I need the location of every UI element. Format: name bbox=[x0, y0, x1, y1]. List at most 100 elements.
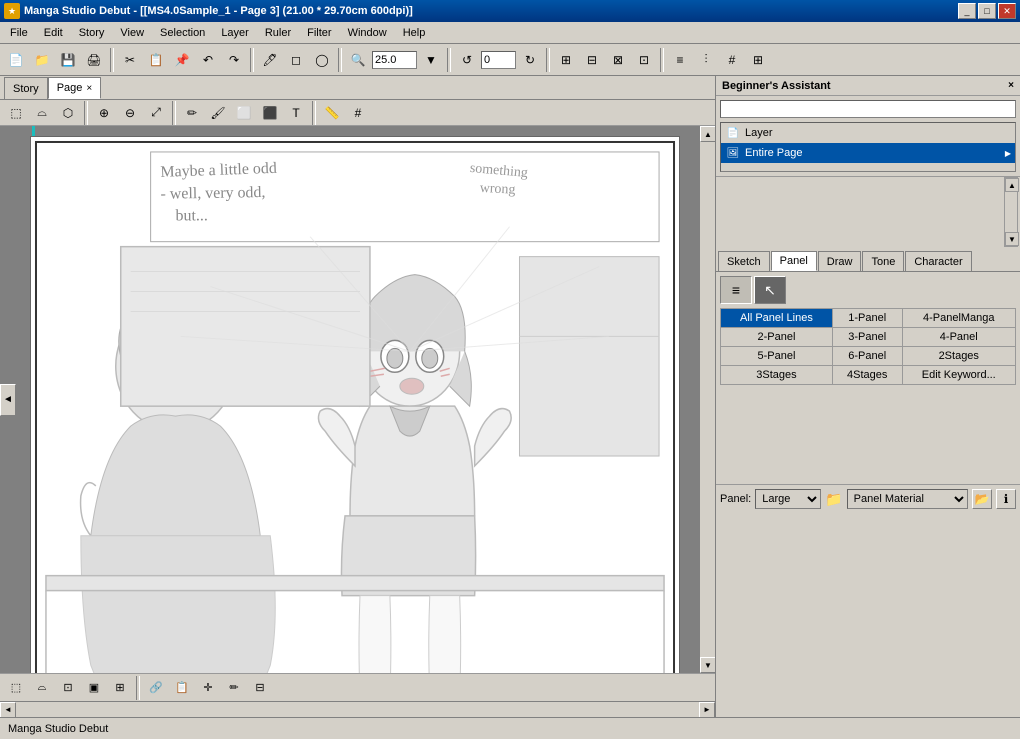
bottom-tool10[interactable]: ⊟ bbox=[248, 676, 272, 700]
tab-story[interactable]: Story bbox=[4, 77, 48, 99]
1-panel-cell[interactable]: 1-Panel bbox=[832, 309, 902, 328]
menu-help[interactable]: Help bbox=[395, 23, 434, 43]
5-panel-cell[interactable]: 5-Panel bbox=[721, 347, 833, 366]
panel-size-select[interactable]: Large Small Medium bbox=[755, 489, 821, 509]
horizontal-scrollbar[interactable]: ◄ ► bbox=[0, 701, 715, 717]
panel-cursor-btn[interactable]: ↖ bbox=[754, 276, 786, 304]
bottom-tool9[interactable]: ✏ bbox=[222, 676, 246, 700]
4-panel-cell[interactable]: 4-Panel bbox=[902, 328, 1015, 347]
open-button[interactable]: 📁 bbox=[30, 48, 54, 72]
tab-character[interactable]: Character bbox=[905, 251, 971, 271]
canvas-tool-select[interactable]: ⬚ bbox=[4, 101, 28, 125]
menu-window[interactable]: Window bbox=[340, 23, 395, 43]
menu-view[interactable]: View bbox=[112, 23, 152, 43]
rotation-input[interactable]: 0 bbox=[481, 51, 516, 69]
view-mode3[interactable]: ⊠ bbox=[606, 48, 630, 72]
page-canvas[interactable]: Maybe a little odd - well, very odd, but… bbox=[30, 136, 680, 673]
all-panel-lines-cell[interactable]: All Panel Lines bbox=[721, 309, 833, 328]
zoom-dropdown[interactable]: ▼ bbox=[419, 48, 443, 72]
menu-filter[interactable]: Filter bbox=[299, 23, 339, 43]
layer-item-entire-page[interactable]: 🖼 Entire Page ▶ bbox=[721, 143, 1015, 163]
align1[interactable]: ≡ bbox=[668, 48, 692, 72]
cut-button[interactable]: ✂ bbox=[118, 48, 142, 72]
layer-item-layer[interactable]: 📄 Layer bbox=[721, 123, 1015, 143]
copy-button[interactable]: 📋 bbox=[144, 48, 168, 72]
maximize-button[interactable]: □ bbox=[978, 3, 996, 19]
menu-file[interactable]: File bbox=[2, 23, 36, 43]
canvas-fit[interactable]: ⤢ bbox=[144, 101, 168, 125]
menu-layer[interactable]: Layer bbox=[213, 23, 257, 43]
tab-page-close[interactable]: × bbox=[86, 83, 92, 94]
menu-selection[interactable]: Selection bbox=[152, 23, 213, 43]
tab-draw[interactable]: Draw bbox=[818, 251, 862, 271]
zoom-input[interactable]: 25.0 bbox=[372, 51, 417, 69]
vertical-scrollbar[interactable]: ▲ ▼ bbox=[699, 126, 715, 673]
canvas-pen[interactable]: ✏ bbox=[180, 101, 204, 125]
tool1[interactable]: 🖊 bbox=[258, 48, 282, 72]
4stages-cell[interactable]: 4Stages bbox=[832, 366, 902, 385]
save-button[interactable]: 💾 bbox=[56, 48, 80, 72]
panel-lines-icon-btn[interactable]: ≡ bbox=[720, 276, 752, 304]
scroll-up-button[interactable]: ▲ bbox=[700, 126, 715, 142]
3stages-cell[interactable]: 3Stages bbox=[721, 366, 833, 385]
canvas-tool-lasso[interactable]: ⌓ bbox=[30, 101, 54, 125]
grid-btn[interactable]: ⊞ bbox=[746, 48, 770, 72]
canvas-tool-magic[interactable]: ⬡ bbox=[56, 101, 80, 125]
scroll-h-track[interactable] bbox=[16, 702, 699, 717]
canvas-zoom-in[interactable]: ⊕ bbox=[92, 101, 116, 125]
bottom-tool2[interactable]: ⌓ bbox=[30, 676, 54, 700]
bottom-tool8[interactable]: ✛ bbox=[196, 676, 220, 700]
canvas-text[interactable]: T bbox=[284, 101, 308, 125]
scroll-left-button[interactable]: ◄ bbox=[0, 702, 16, 718]
scroll-v-track[interactable] bbox=[700, 142, 715, 657]
canvas-ruler[interactable]: 📏 bbox=[320, 101, 344, 125]
4-panel-manga-cell[interactable]: 4-PanelManga bbox=[902, 309, 1015, 328]
bottom-tool5[interactable]: ⊞ bbox=[108, 676, 132, 700]
bottom-tool3[interactable]: ⊡ bbox=[56, 676, 80, 700]
asst-scroll-down[interactable]: ▼ bbox=[1005, 232, 1019, 246]
drawing-canvas[interactable]: Maybe a little odd - well, very odd, but… bbox=[0, 126, 699, 673]
redo-button[interactable]: ↷ bbox=[222, 48, 246, 72]
panel-material-select[interactable]: Panel Material bbox=[847, 489, 968, 509]
scroll-right-button[interactable]: ► bbox=[699, 702, 715, 718]
tab-tone[interactable]: Tone bbox=[862, 251, 904, 271]
canvas-grid[interactable]: # bbox=[346, 101, 370, 125]
bottom-tool1[interactable]: ⬚ bbox=[4, 676, 28, 700]
canvas-left-arrow[interactable]: ◄ bbox=[0, 384, 16, 416]
search-input[interactable] bbox=[720, 100, 1016, 118]
asst-scroll-up[interactable]: ▲ bbox=[1005, 178, 1019, 192]
minimize-button[interactable]: _ bbox=[958, 3, 976, 19]
menu-ruler[interactable]: Ruler bbox=[257, 23, 299, 43]
tool2[interactable]: ◻ bbox=[284, 48, 308, 72]
rotate-left[interactable]: ↺ bbox=[455, 48, 479, 72]
canvas-eraser[interactable]: ⬜ bbox=[232, 101, 256, 125]
tab-panel[interactable]: Panel bbox=[771, 251, 817, 271]
6-panel-cell[interactable]: 6-Panel bbox=[832, 347, 902, 366]
panel-close-button[interactable]: × bbox=[1008, 80, 1014, 91]
menu-edit[interactable]: Edit bbox=[36, 23, 71, 43]
panel-folder-button[interactable]: 📂 bbox=[972, 489, 992, 509]
align3[interactable]: # bbox=[720, 48, 744, 72]
view-mode4[interactable]: ⊡ bbox=[632, 48, 656, 72]
assistant-scrollbar[interactable]: ▲ ▼ bbox=[1004, 177, 1018, 247]
rotate-right[interactable]: ↻ bbox=[518, 48, 542, 72]
canvas-fill[interactable]: ⬛ bbox=[258, 101, 282, 125]
menu-story[interactable]: Story bbox=[71, 23, 113, 43]
edit-keyword-cell[interactable]: Edit Keyword... bbox=[902, 366, 1015, 385]
canvas-zoom-out[interactable]: ⊖ bbox=[118, 101, 142, 125]
align2[interactable]: ⫶ bbox=[694, 48, 718, 72]
tool3[interactable]: ◯ bbox=[310, 48, 334, 72]
paste-button[interactable]: 📌 bbox=[170, 48, 194, 72]
view-mode2[interactable]: ⊟ bbox=[580, 48, 604, 72]
3-panel-cell[interactable]: 3-Panel bbox=[832, 328, 902, 347]
bottom-tool4[interactable]: ▣ bbox=[82, 676, 106, 700]
2-panel-cell[interactable]: 2-Panel bbox=[721, 328, 833, 347]
undo-button[interactable]: ↶ bbox=[196, 48, 220, 72]
close-button[interactable]: ✕ bbox=[998, 3, 1016, 19]
panel-info-button[interactable]: ℹ bbox=[996, 489, 1016, 509]
scroll-down-button[interactable]: ▼ bbox=[700, 657, 715, 673]
tab-page[interactable]: Page × bbox=[48, 77, 102, 99]
new-button[interactable]: 📄 bbox=[4, 48, 28, 72]
tab-sketch[interactable]: Sketch bbox=[718, 251, 770, 271]
bottom-tool7[interactable]: 📋 bbox=[170, 676, 194, 700]
